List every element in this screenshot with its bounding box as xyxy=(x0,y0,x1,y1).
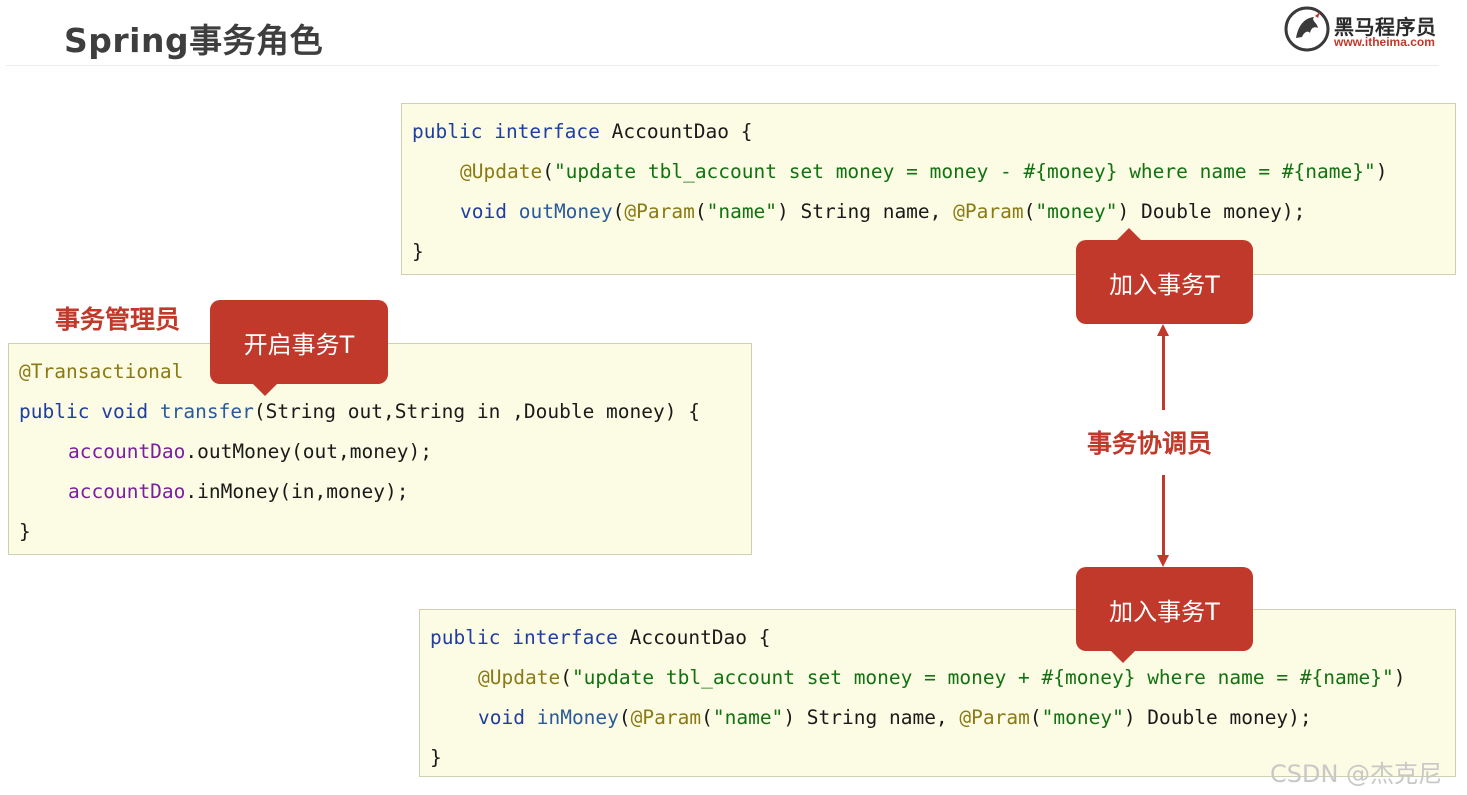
start-transaction-bubble: 开启事务T xyxy=(210,300,388,396)
bubble-tail xyxy=(252,383,278,396)
code-line: void outMoney(@Param("name") String name… xyxy=(460,200,1306,223)
bubble-tail xyxy=(1110,650,1136,663)
code-line: } xyxy=(19,520,31,543)
code-line: accountDao.inMoney(in,money); xyxy=(68,480,409,503)
horse-logo-icon xyxy=(1284,6,1330,52)
role-manager-label: 事务管理员 xyxy=(55,305,181,334)
join-transaction-bubble-top: 加入事务T xyxy=(1076,228,1253,324)
top-code-block: public interface AccountDao { @Update("u… xyxy=(401,103,1456,275)
logo-url: www.itheima.com xyxy=(1334,35,1435,49)
code-line: public interface AccountDao { xyxy=(430,626,771,649)
code-line: } xyxy=(412,240,424,263)
code-line: void inMoney(@Param("name") String name,… xyxy=(478,706,1312,729)
code-line: public interface AccountDao { xyxy=(412,120,753,143)
role-coordinator-label: 事务协调员 xyxy=(1087,429,1213,458)
bubble-label: 开启事务T xyxy=(243,330,355,359)
code-line: @Update("update tbl_account set money = … xyxy=(478,666,1406,689)
arrow-up-head xyxy=(1157,324,1169,336)
join-transaction-bubble-bottom: 加入事务T xyxy=(1076,567,1253,663)
code-line: accountDao.outMoney(out,money); xyxy=(68,440,432,463)
bubble-label: 加入事务T xyxy=(1109,270,1220,299)
code-line: @Update("update tbl_account set money = … xyxy=(460,160,1388,183)
bubble-tail xyxy=(1116,228,1142,241)
arrow-down-head xyxy=(1157,555,1169,567)
bubble-label: 加入事务T xyxy=(1109,597,1220,626)
code-line: @Transactional xyxy=(19,360,184,383)
title-divider xyxy=(6,65,1439,66)
arrow-down-line xyxy=(1162,475,1165,557)
slide-title: Spring事务角色 xyxy=(64,21,324,60)
bottom-code-block: public interface AccountDao { @Update("u… xyxy=(419,609,1456,777)
arrow-up-line xyxy=(1162,335,1165,410)
code-line: public void transfer(String out,String i… xyxy=(19,400,700,423)
brand-logo: 黑马程序员 www.itheima.com xyxy=(1284,4,1444,54)
watermark: CSDN @杰克尼 xyxy=(1270,760,1443,788)
code-line: } xyxy=(430,746,442,769)
